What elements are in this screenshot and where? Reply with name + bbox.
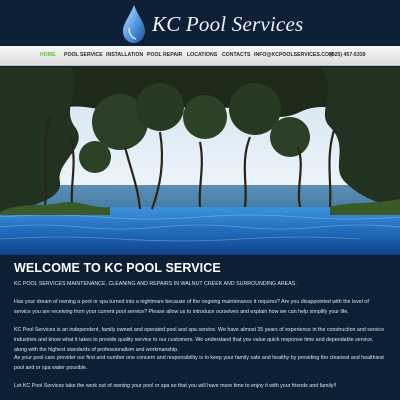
site-header: KC Pool Services (0, 0, 400, 46)
site-logo[interactable]: KC Pool Services (120, 4, 303, 44)
nav-installation[interactable]: INSTALLATION (106, 52, 143, 58)
main-nav: HOME POOL SERVICE INSTALLATION POOL REPA… (0, 46, 400, 66)
nav-contacts[interactable]: CONTACTS (222, 52, 250, 58)
nav-email[interactable]: INFO@KCPOOLSERVICES.COM (254, 52, 333, 58)
intro-paragraph: KC POOL SERVICES MAINTENANCE, CLEANING A… (14, 281, 297, 287)
body-paragraph: Let KC Pool Services take the work out o… (14, 383, 337, 389)
page-title: WELCOME TO KC POOL SERVICE (14, 261, 221, 275)
hero-image (0, 67, 400, 255)
water-drop-icon (123, 5, 145, 43)
main-content: WELCOME TO KC POOL SERVICE KC POOL SERVI… (0, 255, 400, 400)
nav-pool-service[interactable]: POOL SERVICE (64, 52, 103, 58)
nav-pool-repair[interactable]: POOL REPAIR (147, 52, 182, 58)
body-paragraph: As your pool care provider our first and… (14, 355, 384, 371)
nav-home[interactable]: HOME (40, 52, 56, 58)
nav-locations[interactable]: LOCATIONS (187, 52, 217, 58)
hero-scene (0, 67, 400, 255)
logo-text: KC Pool Services (152, 12, 304, 36)
body-paragraph: KC Pool Services is an independent, fami… (14, 327, 385, 353)
body-paragraph: Has your dream of owning a pool or spa t… (14, 299, 369, 315)
nav-phone[interactable]: (925) 457-5339 (330, 52, 365, 58)
